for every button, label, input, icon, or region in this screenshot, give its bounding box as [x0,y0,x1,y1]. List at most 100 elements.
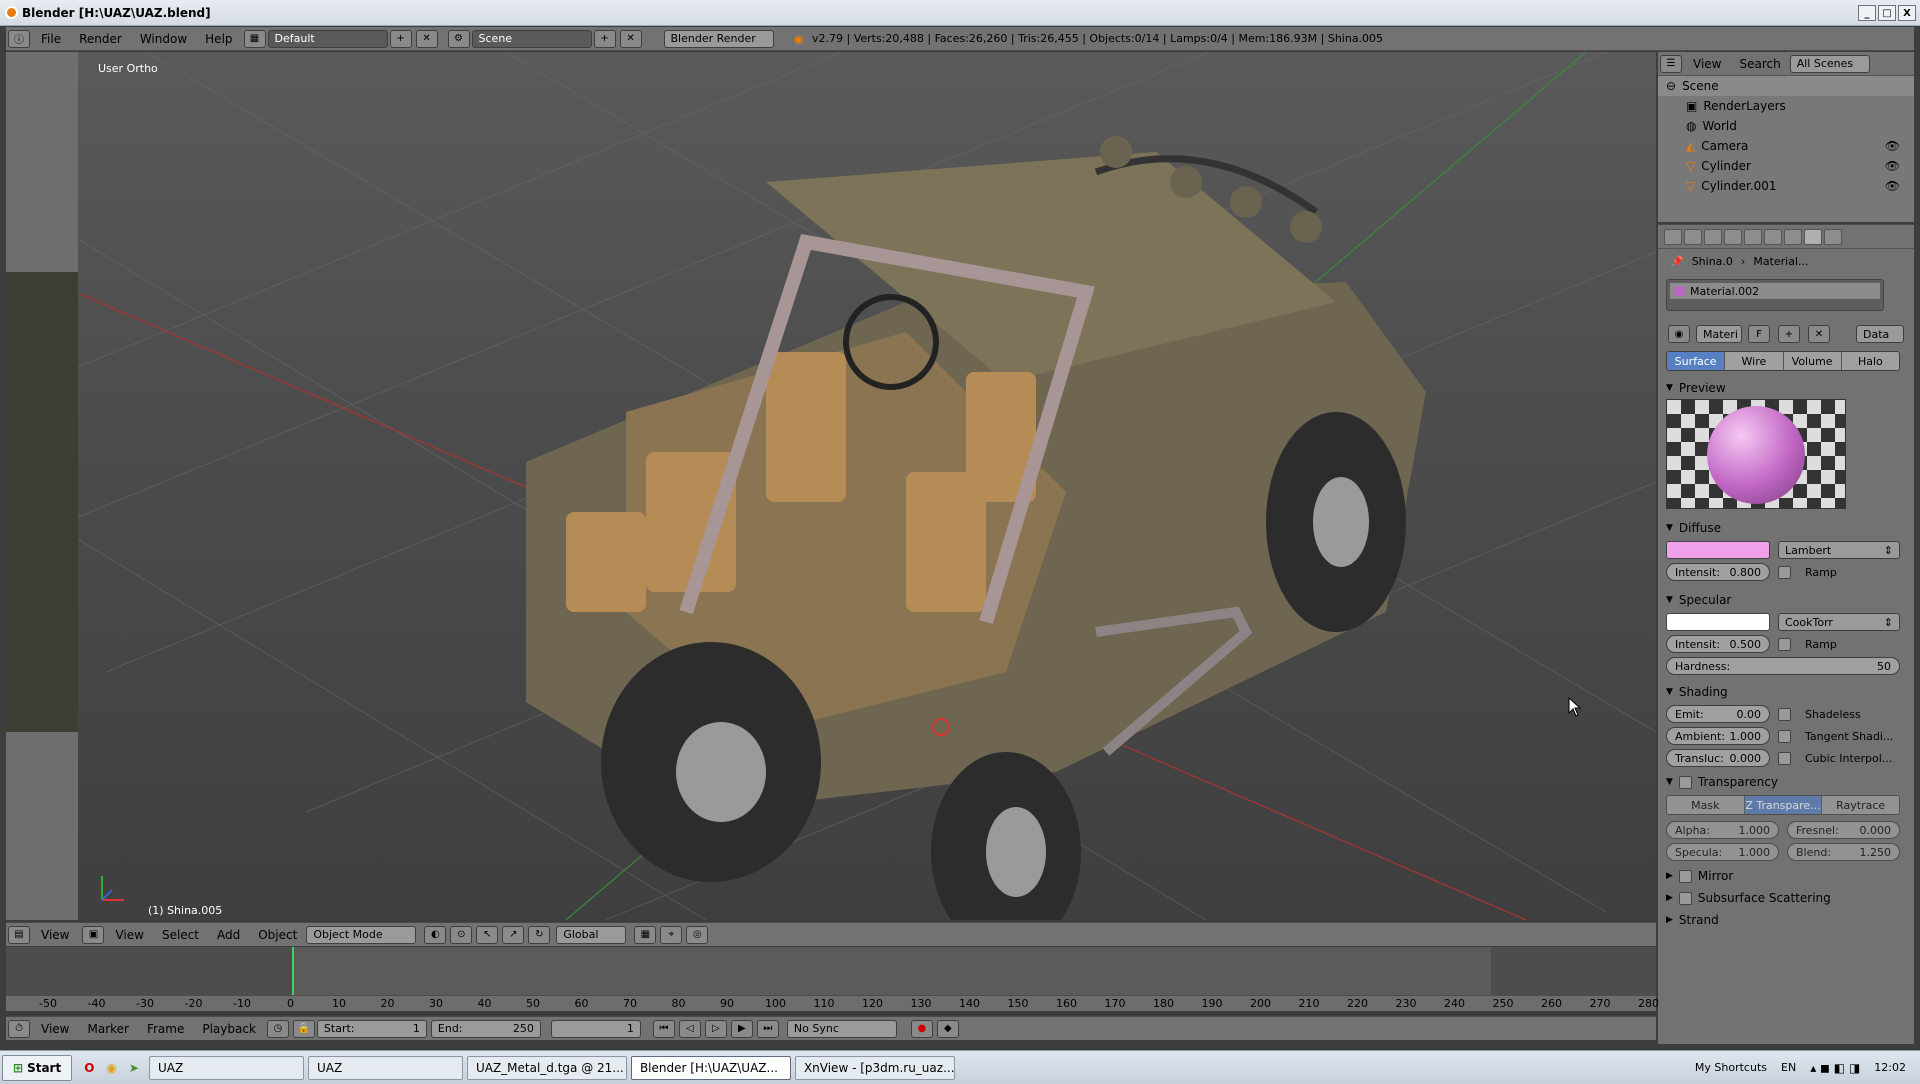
collapse-icon[interactable]: ⊖ [1666,79,1676,93]
remove-scene-icon[interactable]: ✕ [619,29,642,48]
strand-panel-header[interactable]: ▶ Strand [1658,909,1914,931]
preview-panel-header[interactable]: ▼ Preview [1658,377,1914,399]
visibility-eye-icon[interactable]: 👁 [1885,139,1900,153]
specular-panel-header[interactable]: ▼ Specular [1658,589,1914,611]
app-launcher-icon[interactable]: ➤ [129,1061,139,1075]
scene-icon[interactable]: ⚙ [447,29,470,48]
outliner-item-renderlayers[interactable]: ▣ RenderLayers [1658,96,1914,116]
record-icon[interactable]: ● [910,1019,933,1038]
orientation-dropdown[interactable]: Global [556,925,627,944]
transparency-checkbox[interactable] [1678,775,1692,789]
chrome-icon[interactable]: ◉ [106,1061,116,1075]
new-material-icon[interactable]: + [1778,325,1800,343]
translate-icon[interactable]: ↗ [502,925,525,944]
ambient-field[interactable]: Ambient: 1.000 [1666,727,1770,745]
specular-ramp-checkbox[interactable] [1778,637,1791,651]
material-slot-item[interactable]: Material.002 [1670,283,1880,299]
sss-panel-header[interactable]: ▶ Subsurface Scattering [1658,887,1914,909]
image-view-menu[interactable]: View [32,928,78,942]
outliner-view-menu[interactable]: View [1684,57,1730,71]
blend-field[interactable]: Blend: 1.250 [1787,843,1900,861]
tab-volume[interactable]: Volume [1783,352,1842,370]
clock[interactable]: 12:02 [1874,1061,1906,1074]
constraints-tab-icon[interactable] [1744,228,1762,245]
scene-tab-icon[interactable] [1684,228,1702,245]
language-indicator[interactable]: EN [1781,1061,1796,1074]
pin-icon[interactable]: 📌 [1670,255,1684,268]
mirror-panel-header[interactable]: ▶ Mirror [1658,865,1914,887]
my-shortcuts[interactable]: My Shortcuts [1695,1061,1767,1074]
unlink-material-icon[interactable]: ✕ [1808,325,1830,343]
render-preview-icon[interactable]: ◎ [686,925,709,944]
rotate-icon[interactable]: ↻ [528,925,551,944]
diffuse-shader-dropdown[interactable]: Lambert ⇕ [1778,541,1900,559]
opera-icon[interactable]: O [84,1061,94,1075]
fresnel-field[interactable]: Fresnel: 0.000 [1787,821,1900,839]
tl-menu-view[interactable]: View [32,1022,78,1036]
modifiers-tab-icon[interactable] [1764,228,1782,245]
emit-field[interactable]: Emit: 0.00 [1666,705,1770,723]
specular-intensity-field[interactable]: Intensit: 0.500 [1666,635,1770,653]
tab-wire[interactable]: Wire [1725,352,1784,370]
tab-surface[interactable]: Surface [1667,352,1726,370]
menu-window[interactable]: Window [131,32,196,46]
task-uaz-metal[interactable]: UAZ_Metal_d.tga @ 21... [466,1055,627,1080]
transparency-panel-header[interactable]: ▼ Transparency [1658,771,1914,793]
shadeless-checkbox[interactable] [1778,707,1791,721]
add-screen-icon[interactable]: + [389,29,412,48]
visibility-eye-icon[interactable]: 👁 [1885,179,1900,193]
close-button[interactable]: X [1898,5,1916,21]
add-scene-icon[interactable]: + [593,29,616,48]
3d-view-editor-icon[interactable]: ▣ [82,925,105,944]
outliner-item-cylinder[interactable]: ▽ Cylinder 👁 [1658,156,1914,176]
outliner-search-menu[interactable]: Search [1730,57,1789,71]
diffuse-panel-header[interactable]: ▼ Diffuse [1658,517,1914,539]
menu-help[interactable]: Help [196,32,241,46]
fake-user-button[interactable]: F [1748,325,1770,343]
editor-type-icon[interactable]: ▤ [8,925,30,944]
outliner-item-cylinder-001[interactable]: ▽ Cylinder.001 👁 [1658,176,1914,196]
mode-dropdown[interactable]: Object Mode [306,925,417,944]
timeline-playhead[interactable] [292,947,294,995]
current-frame-field[interactable]: 1 [550,1019,641,1038]
tab-halo[interactable]: Halo [1841,352,1899,370]
scene-field[interactable]: Scene [471,29,592,48]
layers-icon[interactable]: ▦ [634,925,657,944]
diffuse-color-swatch[interactable] [1666,541,1770,559]
play-icon[interactable]: ▷ [704,1019,727,1038]
hardness-field[interactable]: Hardness: 50 [1666,657,1900,675]
alpha-field[interactable]: Alpha: 1.000 [1666,821,1779,839]
menu-view[interactable]: View [106,928,152,942]
tangent-shading-checkbox[interactable] [1778,729,1791,743]
minimize-button[interactable]: _ [1858,5,1876,21]
screen-layout-field[interactable]: Default [267,29,388,48]
task-uaz-1[interactable]: UAZ [148,1055,304,1080]
translucency-field[interactable]: Transluc: 0.000 [1666,749,1770,767]
lock-icon[interactable]: 🔒 [292,1019,315,1038]
mirror-checkbox[interactable] [1678,869,1692,883]
material-tab-icon[interactable] [1804,228,1822,245]
snap-icon[interactable]: ⌖ [660,925,683,944]
jump-start-icon[interactable]: ⏮ [652,1019,675,1038]
pivot-icon[interactable]: ⊙ [450,925,473,944]
world-tab-icon[interactable] [1704,228,1722,245]
texture-tab-icon[interactable] [1824,228,1842,245]
specular-shader-dropdown[interactable]: CookTorr ⇕ [1778,613,1900,631]
screen-layout-icon[interactable]: ▦ [243,29,266,48]
cubic-interpolation-checkbox[interactable] [1778,751,1791,765]
3d-viewport[interactable] [6,52,1656,920]
menu-object[interactable]: Object [249,928,306,942]
keying-set-icon[interactable]: ◆ [936,1019,959,1038]
link-data-dropdown[interactable]: Data [1856,325,1904,343]
next-key-icon[interactable]: ▶ [730,1019,753,1038]
menu-add[interactable]: Add [208,928,249,942]
shading-panel-header[interactable]: ▼ Shading [1658,681,1914,703]
tl-menu-playback[interactable]: Playback [193,1022,265,1036]
material-name-field[interactable]: Materi [1696,325,1742,343]
tl-menu-frame[interactable]: Frame [138,1022,193,1036]
diffuse-intensity-field[interactable]: Intensit: 0.800 [1666,563,1770,581]
mode-raytrace[interactable]: Raytrace [1822,796,1899,814]
diffuse-ramp-checkbox[interactable] [1778,565,1791,579]
object-tab-icon[interactable] [1724,228,1742,245]
task-uaz-2[interactable]: UAZ [307,1055,463,1080]
